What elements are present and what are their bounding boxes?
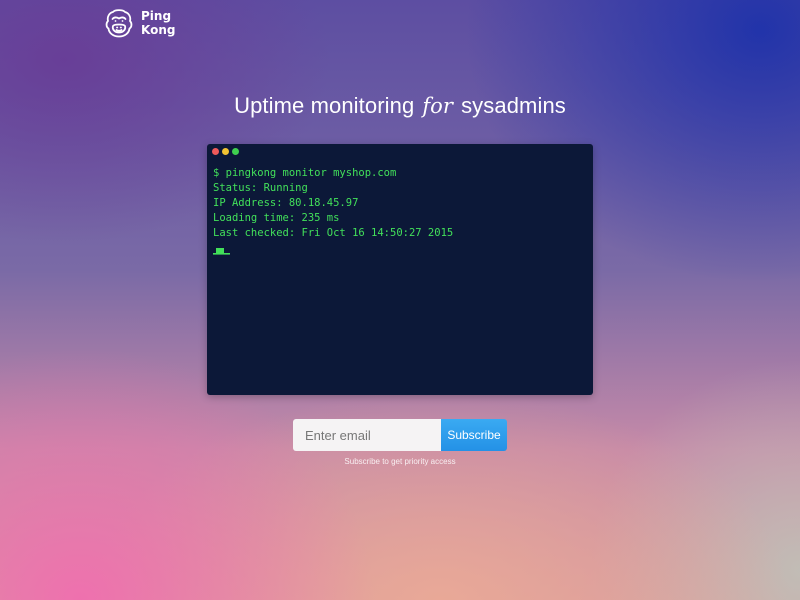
brand-name-line2: Kong xyxy=(141,23,176,37)
subscribe-caption: Subscribe to get priority access xyxy=(344,457,456,466)
terminal-line-command: $ pingkong monitor myshop.com xyxy=(213,167,397,179)
email-input[interactable] xyxy=(293,419,441,451)
terminal-window: $ pingkong monitor myshop.com Status: Ru… xyxy=(207,144,593,395)
gorilla-icon xyxy=(105,9,133,38)
page-headline: Uptime monitoring for sysadmins xyxy=(0,93,800,119)
maximize-dot-icon xyxy=(232,148,239,155)
headline-text-start: Uptime monitoring xyxy=(234,93,415,118)
subscribe-button[interactable]: Subscribe xyxy=(441,419,507,451)
subscribe-form: Subscribe xyxy=(293,419,507,451)
terminal-line-status: Status: Running xyxy=(213,182,308,194)
headline-text-end: sysadmins xyxy=(461,93,566,118)
terminal-line-loading-time: Loading time: 235 ms xyxy=(213,212,340,224)
minimize-dot-icon xyxy=(222,148,229,155)
terminal-output: $ pingkong monitor myshop.com Status: Ru… xyxy=(213,166,453,241)
brand-name-line1: Ping xyxy=(141,9,172,23)
terminal-cursor-icon xyxy=(213,248,230,255)
window-controls xyxy=(212,148,239,155)
terminal-line-ip: IP Address: 80.18.45.97 xyxy=(213,197,359,209)
headline-for-word: for xyxy=(422,94,454,118)
brand-logo[interactable]: Ping Kong xyxy=(105,8,175,38)
brand-name: Ping Kong xyxy=(141,9,175,37)
close-dot-icon xyxy=(212,148,219,155)
terminal-line-last-checked: Last checked: Fri Oct 16 14:50:27 2015 xyxy=(213,227,454,239)
